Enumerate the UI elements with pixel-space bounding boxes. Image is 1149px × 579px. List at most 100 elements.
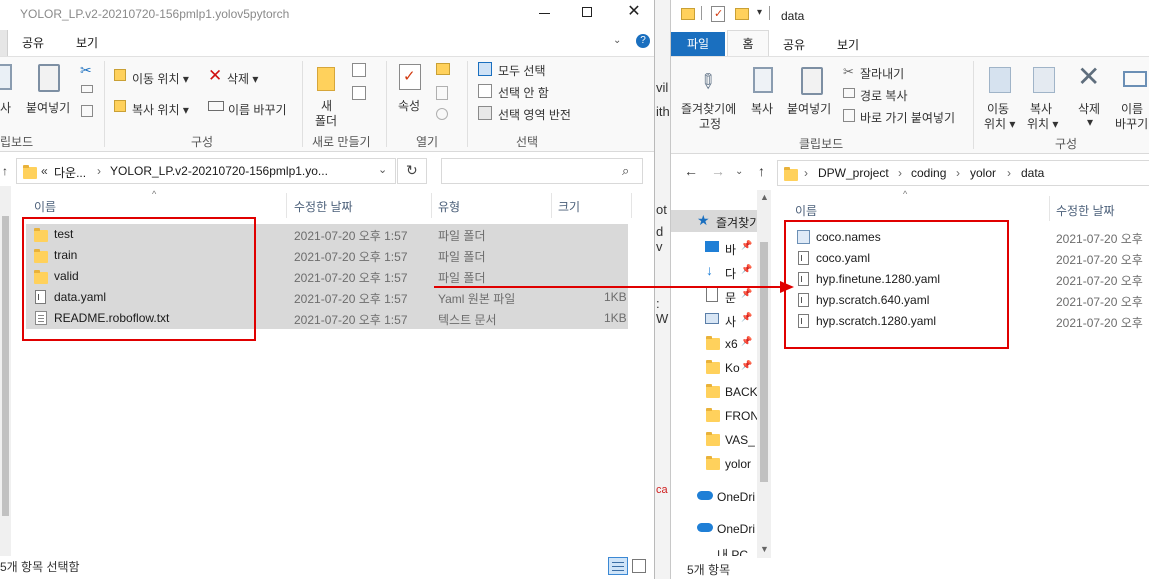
invert-selection-button[interactable]: 선택 영역 반전 <box>498 106 571 123</box>
cut-button[interactable]: 잘라내기 <box>860 65 904 82</box>
select-all-icon[interactable] <box>478 62 492 76</box>
tab-view[interactable]: 보기 <box>837 36 859 53</box>
scroll-down-icon[interactable]: ▼ <box>760 544 769 554</box>
copy-icon[interactable] <box>0 64 12 90</box>
tab-view[interactable]: 보기 <box>76 34 98 51</box>
new-folder-icon[interactable] <box>317 67 335 91</box>
column-header-date[interactable]: 수정한 날짜 <box>1056 202 1115 219</box>
customize-toolbar-icon[interactable]: ▾ <box>757 7 762 18</box>
scissors-icon[interactable]: ✂ <box>843 64 854 80</box>
nav-item-desktop[interactable]: 바 📌 <box>671 236 771 260</box>
history-icon[interactable] <box>436 108 448 120</box>
copy-path-icon[interactable] <box>843 88 855 98</box>
copy-icon[interactable] <box>753 67 773 93</box>
delete-dropdown[interactable]: ▾ <box>1087 115 1093 129</box>
invert-selection-icon[interactable] <box>478 106 492 120</box>
move-to-button[interactable]: 이동 위치 ▾ <box>132 70 189 87</box>
pin-label-2[interactable]: 고정 <box>699 115 721 132</box>
up-arrow-icon[interactable]: ↑ <box>758 163 765 179</box>
nav-scrollbar-thumb[interactable] <box>760 242 768 482</box>
rename-icon[interactable] <box>208 101 224 111</box>
nav-item-onedrive[interactable]: OneDri <box>671 485 771 509</box>
nav-scrollbar[interactable]: ▲ ▼ <box>757 190 771 558</box>
column-header-name[interactable]: 이름 <box>795 202 817 219</box>
chevron-down-icon[interactable]: ⌄ <box>378 163 387 176</box>
up-arrow-icon[interactable]: ↑ <box>2 164 8 178</box>
nav-item-downloads[interactable]: ↓ 다 📌 <box>671 260 771 284</box>
select-none-button[interactable]: 선택 안 함 <box>498 84 549 101</box>
help-icon[interactable]: ? <box>636 34 650 48</box>
breadcrumb-overflow[interactable]: « <box>41 164 48 178</box>
tab-share[interactable]: 공유 <box>783 36 805 53</box>
properties-quick-icon[interactable]: ✓ <box>711 6 725 22</box>
rename-label-2[interactable]: 바꾸기 <box>1115 115 1148 132</box>
nav-item-folder[interactable]: BACK <box>671 380 771 404</box>
copy-path-button[interactable]: 경로 복사 <box>860 87 908 104</box>
nav-item-quick-access[interactable]: ★ 즐겨찾기 <box>671 210 760 232</box>
delete-x-icon[interactable]: ✕ <box>208 66 222 86</box>
address-bar[interactable]: › DPW_project › coding › yolor › data <box>777 160 1149 186</box>
copy-path-icon[interactable] <box>81 85 93 93</box>
tab-share[interactable]: 공유 <box>22 34 44 51</box>
nav-scrollbar[interactable] <box>0 186 11 556</box>
minimize-icon[interactable] <box>535 3 555 23</box>
move-to-label-2[interactable]: 위치 ▾ <box>984 115 1015 132</box>
nav-item-folder[interactable]: FRON <box>671 404 771 428</box>
paste-icon[interactable] <box>801 67 823 95</box>
nav-item-folder[interactable]: yolor <box>671 452 771 476</box>
edit-icon[interactable] <box>436 86 448 100</box>
pin-icon[interactable]: ✎ <box>693 67 723 97</box>
rename-icon[interactable] <box>1123 71 1147 87</box>
new-folder-label-2[interactable]: 폴더 <box>315 112 337 129</box>
copy-to-label-2[interactable]: 위치 ▾ <box>1027 115 1058 132</box>
refresh-button[interactable]: ↻ <box>397 158 427 184</box>
tab-home[interactable]: 홈 <box>727 30 769 57</box>
nav-item-onedrive[interactable]: OneDri <box>671 517 771 541</box>
scissors-icon[interactable]: ✂ <box>80 62 92 79</box>
paste-button[interactable]: 붙여넣기 <box>26 99 70 116</box>
copy-button[interactable]: 복사 <box>751 100 773 117</box>
copy-to-icon[interactable] <box>1033 67 1055 93</box>
nav-item-pictures[interactable]: 사 📌 <box>671 308 771 332</box>
select-none-icon[interactable] <box>478 84 492 98</box>
delete-x-icon[interactable]: ✕ <box>1077 61 1100 93</box>
details-view-icon[interactable] <box>608 557 628 575</box>
large-icons-view-icon[interactable] <box>632 559 646 573</box>
forward-arrow-icon[interactable]: → <box>711 163 725 179</box>
nav-item-folder[interactable]: VAS_ <box>671 428 771 452</box>
nav-item-this-pc[interactable]: 내 PC <box>671 548 771 556</box>
paste-shortcut-icon[interactable] <box>843 109 855 122</box>
nav-item-folder[interactable]: x6 📌 <box>671 332 771 356</box>
open-icon[interactable] <box>436 63 450 75</box>
column-header-name[interactable]: 이름 <box>34 198 56 215</box>
select-all-button[interactable]: 모두 선택 <box>498 62 546 79</box>
copy-to-button[interactable]: 복사 위치 ▾ <box>132 101 189 118</box>
chevron-down-icon[interactable]: ⌄ <box>613 35 625 47</box>
move-to-icon[interactable] <box>114 69 126 81</box>
paste-icon[interactable] <box>38 64 60 92</box>
move-to-icon[interactable] <box>989 67 1011 93</box>
breadcrumb-coding[interactable]: coding <box>911 166 946 180</box>
column-header-type[interactable]: 유형 <box>438 198 460 215</box>
column-header-date[interactable]: 수정한 날짜 <box>294 198 353 215</box>
close-icon[interactable]: ✕ <box>624 3 644 23</box>
delete-button[interactable]: 삭제 ▾ <box>227 70 258 87</box>
breadcrumb-downloads[interactable]: 다운... <box>54 164 86 181</box>
properties-button[interactable]: 속성 <box>398 97 420 114</box>
address-bar[interactable]: « 다운... › YOLOR_LP.v2-20210720-156pmlp1.… <box>16 158 396 184</box>
search-input[interactable]: ⌕ <box>441 158 643 184</box>
breadcrumb-data[interactable]: data <box>1021 166 1044 180</box>
maximize-icon[interactable] <box>578 3 598 23</box>
copy-label[interactable]: 사 <box>0 99 11 116</box>
nav-item-documents[interactable]: 문 📌 <box>671 284 771 308</box>
recent-locations-icon[interactable]: ⌄ <box>735 166 743 177</box>
new-folder-quick-icon[interactable] <box>735 8 749 20</box>
paste-shortcut-icon[interactable] <box>81 105 93 117</box>
new-item-icon[interactable] <box>352 63 366 77</box>
tab-home-edge[interactable] <box>0 30 8 56</box>
tab-file[interactable]: 파일 <box>671 32 725 56</box>
scroll-up-icon[interactable]: ▲ <box>760 192 769 202</box>
paste-button[interactable]: 붙여넣기 <box>787 100 831 117</box>
easy-access-icon[interactable] <box>352 86 366 100</box>
breadcrumb-yolor[interactable]: yolor <box>970 166 996 180</box>
